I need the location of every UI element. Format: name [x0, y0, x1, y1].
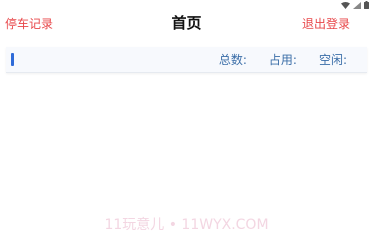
wifi-icon	[341, 1, 350, 9]
free-stat: 空闲:	[319, 52, 347, 68]
battery-icon	[364, 1, 369, 9]
watermark-text: 11玩意儿 • 11WYX.COM	[104, 217, 269, 233]
total-stat: 总数:	[219, 52, 247, 68]
status-bar	[341, 0, 369, 10]
total-label: 总数:	[218, 53, 247, 67]
signal-icon	[353, 1, 361, 9]
free-label: 空闲:	[318, 53, 347, 67]
used-label: 占用:	[268, 53, 297, 67]
app-screen: 停车记录 首页 退出登录 总数: 占用: 空闲: 11玩意儿 • 11WYX.C…	[0, 0, 373, 247]
summary-accent-bar	[11, 53, 14, 66]
logout-link[interactable]: 退出登录	[302, 16, 350, 32]
used-stat: 占用:	[269, 52, 297, 68]
top-nav-bar: 停车记录 首页 退出登录	[0, 10, 373, 38]
summary-stats: 总数: 占用: 空闲:	[219, 52, 347, 68]
parking-records-link[interactable]: 停车记录	[5, 16, 53, 32]
parking-summary-bar: 总数: 占用: 空闲:	[6, 47, 367, 73]
